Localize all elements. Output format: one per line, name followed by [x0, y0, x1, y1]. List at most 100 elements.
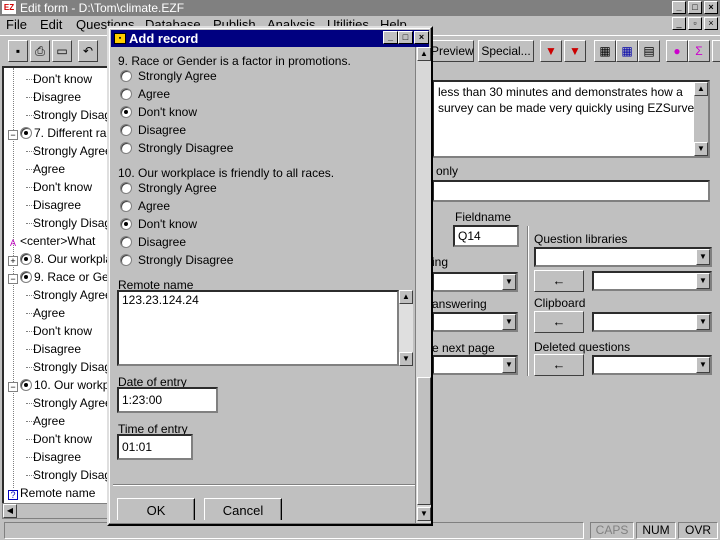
tree-option-item[interactable]: Strongly Disagree: [16, 106, 108, 124]
tree-option-item[interactable]: Strongly Disagree: [16, 466, 108, 484]
toolbar-overflow-button[interactable]: [712, 40, 720, 62]
q10-option-2[interactable]: Agree: [120, 197, 170, 215]
filter-edit-icon[interactable]: ▼: [564, 40, 586, 62]
description-textarea[interactable]: less than 30 minutes and demonstrates ho…: [432, 80, 710, 158]
menu-edit[interactable]: Edit: [40, 17, 62, 32]
tree-option-item[interactable]: Don't know: [16, 430, 92, 448]
question-libraries-combo[interactable]: ▼: [534, 247, 712, 267]
dialog-minimize-button[interactable]: _: [383, 31, 398, 44]
tree-option-item[interactable]: Disagree: [16, 340, 81, 358]
special-button[interactable]: Special...: [478, 40, 534, 62]
collapse-icon[interactable]: −: [8, 274, 18, 284]
tree-option-item[interactable]: Strongly Agree: [16, 394, 108, 412]
cancel-button[interactable]: Cancel: [204, 498, 282, 520]
radio-selected-icon[interactable]: [120, 218, 132, 230]
next-page-combo[interactable]: ▼: [432, 355, 518, 375]
fieldname-input[interactable]: Q14: [453, 225, 519, 247]
scroll-left-icon[interactable]: ◀: [3, 504, 17, 518]
dialog-vertical-scrollbar[interactable]: ▲ ▼: [415, 47, 431, 523]
scroll-up-icon[interactable]: ▲: [417, 47, 431, 61]
menu-file[interactable]: File: [6, 17, 27, 32]
ok-button[interactable]: OK: [117, 498, 195, 520]
dialog-maximize-button[interactable]: □: [398, 31, 413, 44]
tree-question-item[interactable]: − 7. Different races: [8, 124, 108, 142]
radio-icon[interactable]: [120, 88, 132, 100]
radio-icon[interactable]: [120, 254, 132, 266]
remote-name-textarea[interactable]: 123.23.124.24: [117, 290, 399, 366]
tree-question-item[interactable]: A <center>What: [8, 232, 95, 250]
close-button[interactable]: ×: [704, 1, 718, 14]
tree-option-item[interactable]: Disagree: [16, 448, 81, 466]
chevron-down-icon[interactable]: ▼: [696, 273, 710, 289]
q10-option-1[interactable]: Strongly Agree: [120, 179, 217, 197]
tree-option-item[interactable]: Strongly Disagree: [16, 214, 108, 232]
clipboard-insert-button[interactable]: ←: [534, 311, 584, 333]
radio-icon[interactable]: [120, 142, 132, 154]
tree-horizontal-scrollbar[interactable]: ◀: [2, 503, 110, 519]
deleted-insert-button[interactable]: ←: [534, 354, 584, 376]
tree-option-item[interactable]: Strongly Agree: [16, 142, 108, 160]
radio-icon[interactable]: [120, 124, 132, 136]
chevron-down-icon[interactable]: ▼: [502, 357, 516, 373]
scroll-down-icon[interactable]: ▼: [694, 142, 708, 156]
statistics-icon[interactable]: Σ: [688, 40, 710, 62]
question-tree[interactable]: Don't knowDisagreeStrongly Disagree−7. D…: [2, 66, 110, 506]
radio-icon[interactable]: [120, 182, 132, 194]
tree-question-item[interactable]: − 10. Our workplace: [8, 376, 108, 394]
filter-icon[interactable]: ▼: [540, 40, 562, 62]
dialog-title-bar[interactable]: ▪ Add record _ □ ×: [111, 30, 429, 47]
tree-question-item[interactable]: − 9. Race or Gender: [8, 268, 108, 286]
deleted-questions-combo[interactable]: ▼: [592, 355, 712, 375]
field-icon[interactable]: ?: [8, 490, 18, 500]
html-block-icon[interactable]: A: [8, 239, 18, 249]
time-of-entry-input[interactable]: 01:01: [117, 434, 193, 460]
tree-option-item[interactable]: Don't know: [16, 70, 92, 88]
tree-option-item[interactable]: Agree: [16, 412, 65, 430]
tree-option-item[interactable]: Strongly Agree: [16, 286, 108, 304]
chevron-down-icon[interactable]: ▼: [696, 249, 710, 265]
print-icon[interactable]: ⎙: [30, 40, 50, 62]
library-insert-button[interactable]: ←: [534, 270, 584, 292]
main-title-bar[interactable]: EZ Edit form - D:\Tom\climate.EZF _ □ ×: [0, 0, 720, 16]
table-icon[interactable]: ▦: [594, 40, 616, 62]
export-icon[interactable]: ▤: [638, 40, 660, 62]
collapse-icon[interactable]: −: [8, 382, 18, 392]
q10-option-4[interactable]: Disagree: [120, 233, 186, 251]
q9-option-3[interactable]: Don't know: [120, 103, 197, 121]
collapse-icon[interactable]: −: [8, 130, 18, 140]
tree-question-item[interactable]: +8. Our workplace: [8, 250, 108, 268]
form-icon[interactable]: ▭: [52, 40, 72, 62]
tree-option-item[interactable]: Strongly Disagree: [16, 358, 108, 376]
save-icon[interactable]: ▪: [8, 40, 28, 62]
mdi-restore-button[interactable]: ▫: [688, 17, 702, 30]
tree-option-item[interactable]: Disagree: [16, 88, 81, 106]
remote-name-scrollbar[interactable]: ▲ ▼: [399, 290, 413, 366]
answering-combo[interactable]: ▼: [432, 312, 518, 332]
q9-option-2[interactable]: Agree: [120, 85, 170, 103]
chevron-down-icon[interactable]: ▼: [696, 357, 710, 373]
chart-icon[interactable]: ●: [666, 40, 688, 62]
scroll-down-icon[interactable]: ▼: [399, 352, 413, 366]
only-field[interactable]: [432, 180, 710, 202]
radio-selected-icon[interactable]: [120, 106, 132, 118]
radio-icon[interactable]: [120, 70, 132, 82]
ing-combo[interactable]: ▼: [432, 272, 518, 292]
date-of-entry-input[interactable]: 1:23:00: [117, 387, 218, 413]
chevron-down-icon[interactable]: ▼: [502, 274, 516, 290]
tree-option-item[interactable]: Don't know: [16, 178, 92, 196]
chevron-down-icon[interactable]: ▼: [502, 314, 516, 330]
q9-option-5[interactable]: Strongly Disagree: [120, 139, 233, 157]
radio-icon[interactable]: [120, 200, 132, 212]
library-secondary-combo[interactable]: ▼: [592, 271, 712, 291]
description-scrollbar[interactable]: ▲ ▼: [694, 82, 708, 156]
radio-icon[interactable]: [120, 236, 132, 248]
preview-button[interactable]: Preview: [430, 40, 474, 62]
tree-question-item[interactable]: ? Remote name: [8, 484, 95, 502]
calendar-icon[interactable]: ▦: [616, 40, 638, 62]
scroll-down-icon[interactable]: ▼: [417, 507, 431, 521]
tree-option-item[interactable]: Agree: [16, 160, 65, 178]
q9-option-4[interactable]: Disagree: [120, 121, 186, 139]
q9-option-1[interactable]: Strongly Agree: [120, 67, 217, 85]
undo-icon[interactable]: ↶: [78, 40, 98, 62]
expand-icon[interactable]: +: [8, 256, 18, 266]
